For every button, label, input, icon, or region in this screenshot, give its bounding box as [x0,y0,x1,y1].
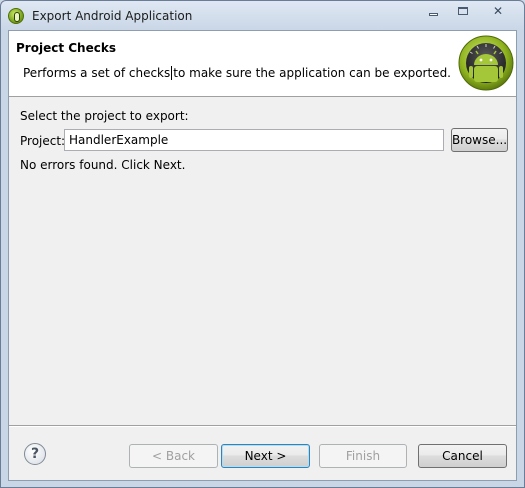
maximize-button[interactable] [449,2,477,20]
finish-button[interactable]: Finish [319,444,407,468]
project-input[interactable]: HandlerExample [64,129,444,151]
export-dialog-window: Export Android Application ✕ Project Che… [0,0,525,488]
minimize-button[interactable] [419,2,447,20]
title-bar[interactable]: Export Android Application ✕ [1,1,524,30]
help-icon: ? [30,446,40,462]
next-button[interactable]: Next > [221,444,310,468]
page-description: Performs a set of checks to make sure the… [23,66,451,80]
maximize-icon [458,7,468,15]
cancel-button[interactable]: Cancel [418,444,507,468]
minimize-icon [428,12,438,16]
page-title: Project Checks [16,41,116,55]
help-button[interactable]: ? [24,443,46,465]
select-project-label: Select the project to export: [20,109,189,123]
close-button[interactable]: ✕ [481,2,515,20]
android-adt-icon [8,8,24,24]
project-label: Project: [20,134,66,148]
browse-button[interactable]: Browse... [451,128,508,152]
button-bar-separator [9,425,516,427]
page-description-part1: Performs a set of checks [23,66,171,80]
back-button[interactable]: < Back [129,444,218,468]
page-description-part2: to make sure the application can be expo… [173,66,451,80]
dialog-content: Project Checks Performs a set of checks t… [8,30,517,481]
wizard-banner: Project Checks Performs a set of checks t… [9,31,516,97]
window-title: Export Android Application [32,9,193,23]
close-icon: ✕ [492,4,504,18]
android-robot-icon [458,35,514,91]
status-message: No errors found. Click Next. [20,158,186,172]
